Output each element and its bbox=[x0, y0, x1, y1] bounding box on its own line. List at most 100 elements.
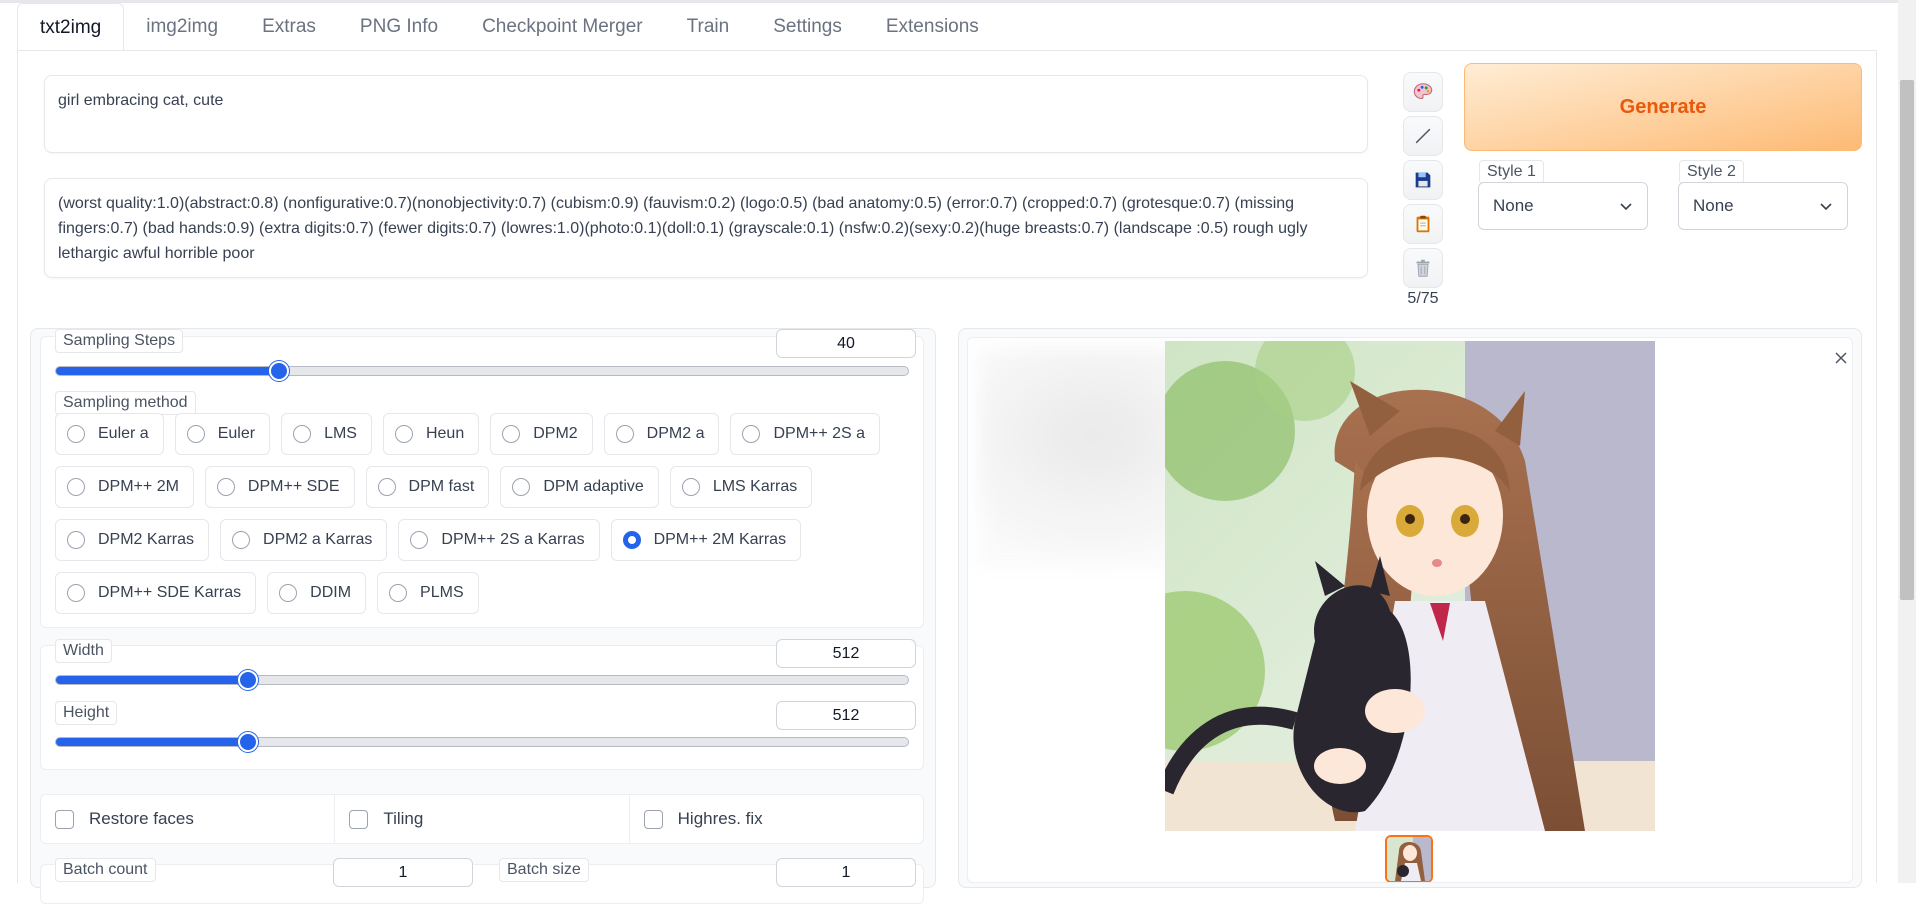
sampling-method-option-label: Euler bbox=[217, 425, 256, 442]
restore-faces-label: Restore faces bbox=[89, 809, 194, 828]
generated-image[interactable] bbox=[1165, 341, 1655, 831]
tiling-checkbox[interactable]: Tiling bbox=[349, 809, 423, 829]
sampling-method-option[interactable]: Euler bbox=[174, 413, 271, 455]
sampling-method-option-label: DPM++ 2M bbox=[98, 478, 179, 495]
tab-extensions[interactable]: Extensions bbox=[864, 3, 1001, 51]
radio-dot[interactable] bbox=[742, 425, 761, 443]
page-scrollbar-thumb[interactable] bbox=[1900, 80, 1914, 600]
style-1-label: Style 1 bbox=[1479, 160, 1544, 184]
generate-button[interactable]: Generate bbox=[1464, 63, 1862, 151]
radio-dot[interactable] bbox=[67, 425, 85, 443]
radio-dot[interactable] bbox=[410, 531, 429, 549]
radio-dot[interactable] bbox=[389, 584, 408, 602]
sampling-method-option[interactable]: Euler a bbox=[55, 413, 164, 455]
tiling-cell: Tiling bbox=[335, 795, 630, 843]
restore-faces-box[interactable] bbox=[55, 809, 74, 829]
sampling-method-option-label: Euler a bbox=[98, 425, 149, 442]
sampling-steps-input[interactable]: 40 bbox=[776, 329, 916, 358]
radio-dot[interactable] bbox=[377, 478, 396, 496]
radio-dot[interactable] bbox=[512, 478, 531, 496]
sampling-method-option[interactable]: DPM2 a Karras bbox=[220, 519, 388, 561]
sampling-method-option-label: DPM2 bbox=[533, 425, 578, 442]
tab-extras[interactable]: Extras bbox=[240, 3, 338, 51]
sampling-method-option-label: DPM2 a bbox=[646, 425, 705, 442]
sampling-method-option-label: DPM fast bbox=[408, 478, 475, 495]
sampling-method-option[interactable]: DPM2 bbox=[490, 413, 593, 455]
radio-dot[interactable] bbox=[216, 478, 235, 496]
width-track[interactable] bbox=[55, 675, 909, 685]
batch-size-label: Batch size bbox=[499, 858, 589, 882]
sampling-method-option[interactable]: PLMS bbox=[377, 572, 479, 614]
radio-dot[interactable] bbox=[681, 478, 700, 496]
height-input[interactable]: 512 bbox=[776, 701, 916, 730]
tab-txt2img[interactable]: txt2img bbox=[17, 3, 125, 51]
gallery-thumbnail[interactable] bbox=[1385, 835, 1433, 882]
radio-dot[interactable] bbox=[502, 425, 521, 443]
tab-png-info[interactable]: PNG Info bbox=[338, 3, 460, 51]
sampling-method-option-label: LMS bbox=[324, 425, 357, 442]
sampling-method-option[interactable]: DPM2 Karras bbox=[55, 519, 210, 561]
paste-button[interactable] bbox=[1403, 204, 1443, 244]
height-track[interactable] bbox=[55, 737, 909, 747]
style-2-value: None bbox=[1693, 196, 1734, 215]
tab-img2img[interactable]: img2img bbox=[124, 3, 240, 51]
radio-dot[interactable] bbox=[67, 531, 85, 549]
sampling-method-option[interactable]: LMS Karras bbox=[669, 466, 813, 508]
style-2-label: Style 2 bbox=[1679, 160, 1744, 184]
sampling-method-option[interactable]: LMS bbox=[281, 413, 372, 455]
negative-prompt-textarea[interactable]: (worst quality:1.0)(abstract:0.8) (nonfi… bbox=[44, 178, 1368, 278]
tab-settings[interactable]: Settings bbox=[751, 3, 864, 51]
radio-dot[interactable] bbox=[186, 425, 205, 443]
sampling-method-option-label: DPM++ 2M Karras bbox=[653, 531, 787, 548]
sampling-method-option[interactable]: DPM++ SDE bbox=[204, 466, 355, 508]
sampling-method-option[interactable]: DPM++ 2S a bbox=[730, 413, 881, 455]
radio-dot[interactable] bbox=[279, 584, 298, 602]
save-style-button[interactable] bbox=[1403, 160, 1443, 200]
sampling-steps-track[interactable] bbox=[55, 366, 909, 376]
sampling-method-option[interactable]: DPM++ SDE Karras bbox=[55, 572, 257, 614]
height-slider-thumb[interactable] bbox=[237, 732, 258, 752]
restore-faces-cell: Restore faces bbox=[41, 795, 336, 843]
sampling-method-option[interactable]: DPM++ 2S a Karras bbox=[398, 519, 600, 561]
radio-dot[interactable] bbox=[394, 425, 413, 443]
clipboard-icon bbox=[1416, 215, 1430, 233]
radio-dot[interactable] bbox=[293, 425, 312, 443]
sampling-method-option[interactable]: Heun bbox=[382, 413, 480, 455]
radio-dot[interactable] bbox=[232, 531, 251, 549]
sampling-method-option[interactable]: DDIM bbox=[267, 572, 367, 614]
prompt-textarea[interactable]: girl embracing cat, cute bbox=[44, 75, 1368, 153]
tab-divider bbox=[17, 50, 1877, 51]
highres-fix-checkbox[interactable]: Highres. fix bbox=[643, 809, 763, 829]
width-fill bbox=[56, 676, 249, 684]
sampling-method-option[interactable]: DPM fast bbox=[365, 466, 490, 508]
sampling-method-row: DPM2 Karras DPM2 a Karras DPM++ 2S a Karra… bbox=[55, 519, 802, 561]
restore-faces-checkbox[interactable]: Restore faces bbox=[55, 809, 194, 829]
tab-checkpoint-merger[interactable]: Checkpoint Merger bbox=[460, 3, 665, 51]
radio-dot[interactable] bbox=[67, 584, 85, 602]
sampling-method-option[interactable]: DPM adaptive bbox=[500, 466, 659, 508]
palette-button[interactable] bbox=[1403, 72, 1443, 112]
sampling-method-option-label: LMS Karras bbox=[712, 478, 798, 495]
sampling-method-option-label: DPM adaptive bbox=[543, 478, 644, 495]
sampling-method-option[interactable]: DPM++ 2M bbox=[55, 466, 194, 508]
width-slider-thumb[interactable] bbox=[237, 670, 258, 690]
radio-dot[interactable] bbox=[615, 425, 634, 443]
sampling-method-option-label: PLMS bbox=[420, 584, 464, 601]
tiling-box[interactable] bbox=[349, 809, 369, 829]
style-2-select[interactable]: None bbox=[1678, 182, 1848, 230]
gallery bbox=[967, 337, 1853, 883]
sampling-method-option-label: DPM++ 2S a Karras bbox=[441, 531, 585, 548]
radio-dot[interactable] bbox=[622, 531, 641, 549]
style-1-select[interactable]: None bbox=[1478, 182, 1648, 230]
radio-dot[interactable] bbox=[67, 478, 85, 496]
sampling-method-option[interactable]: DPM++ 2M Karras bbox=[610, 519, 802, 561]
width-input[interactable]: 512 bbox=[776, 639, 916, 668]
show-extra-networks-button[interactable] bbox=[1403, 116, 1443, 156]
style-1-value: None bbox=[1493, 196, 1534, 215]
tab-train[interactable]: Train bbox=[665, 3, 752, 51]
close-gallery-button[interactable] bbox=[1833, 350, 1849, 366]
sampling-method-option[interactable]: DPM2 a bbox=[603, 413, 720, 455]
sampling-steps-slider-thumb[interactable] bbox=[268, 361, 289, 381]
highres-fix-box[interactable] bbox=[643, 809, 663, 829]
clear-prompt-button[interactable] bbox=[1403, 248, 1443, 288]
